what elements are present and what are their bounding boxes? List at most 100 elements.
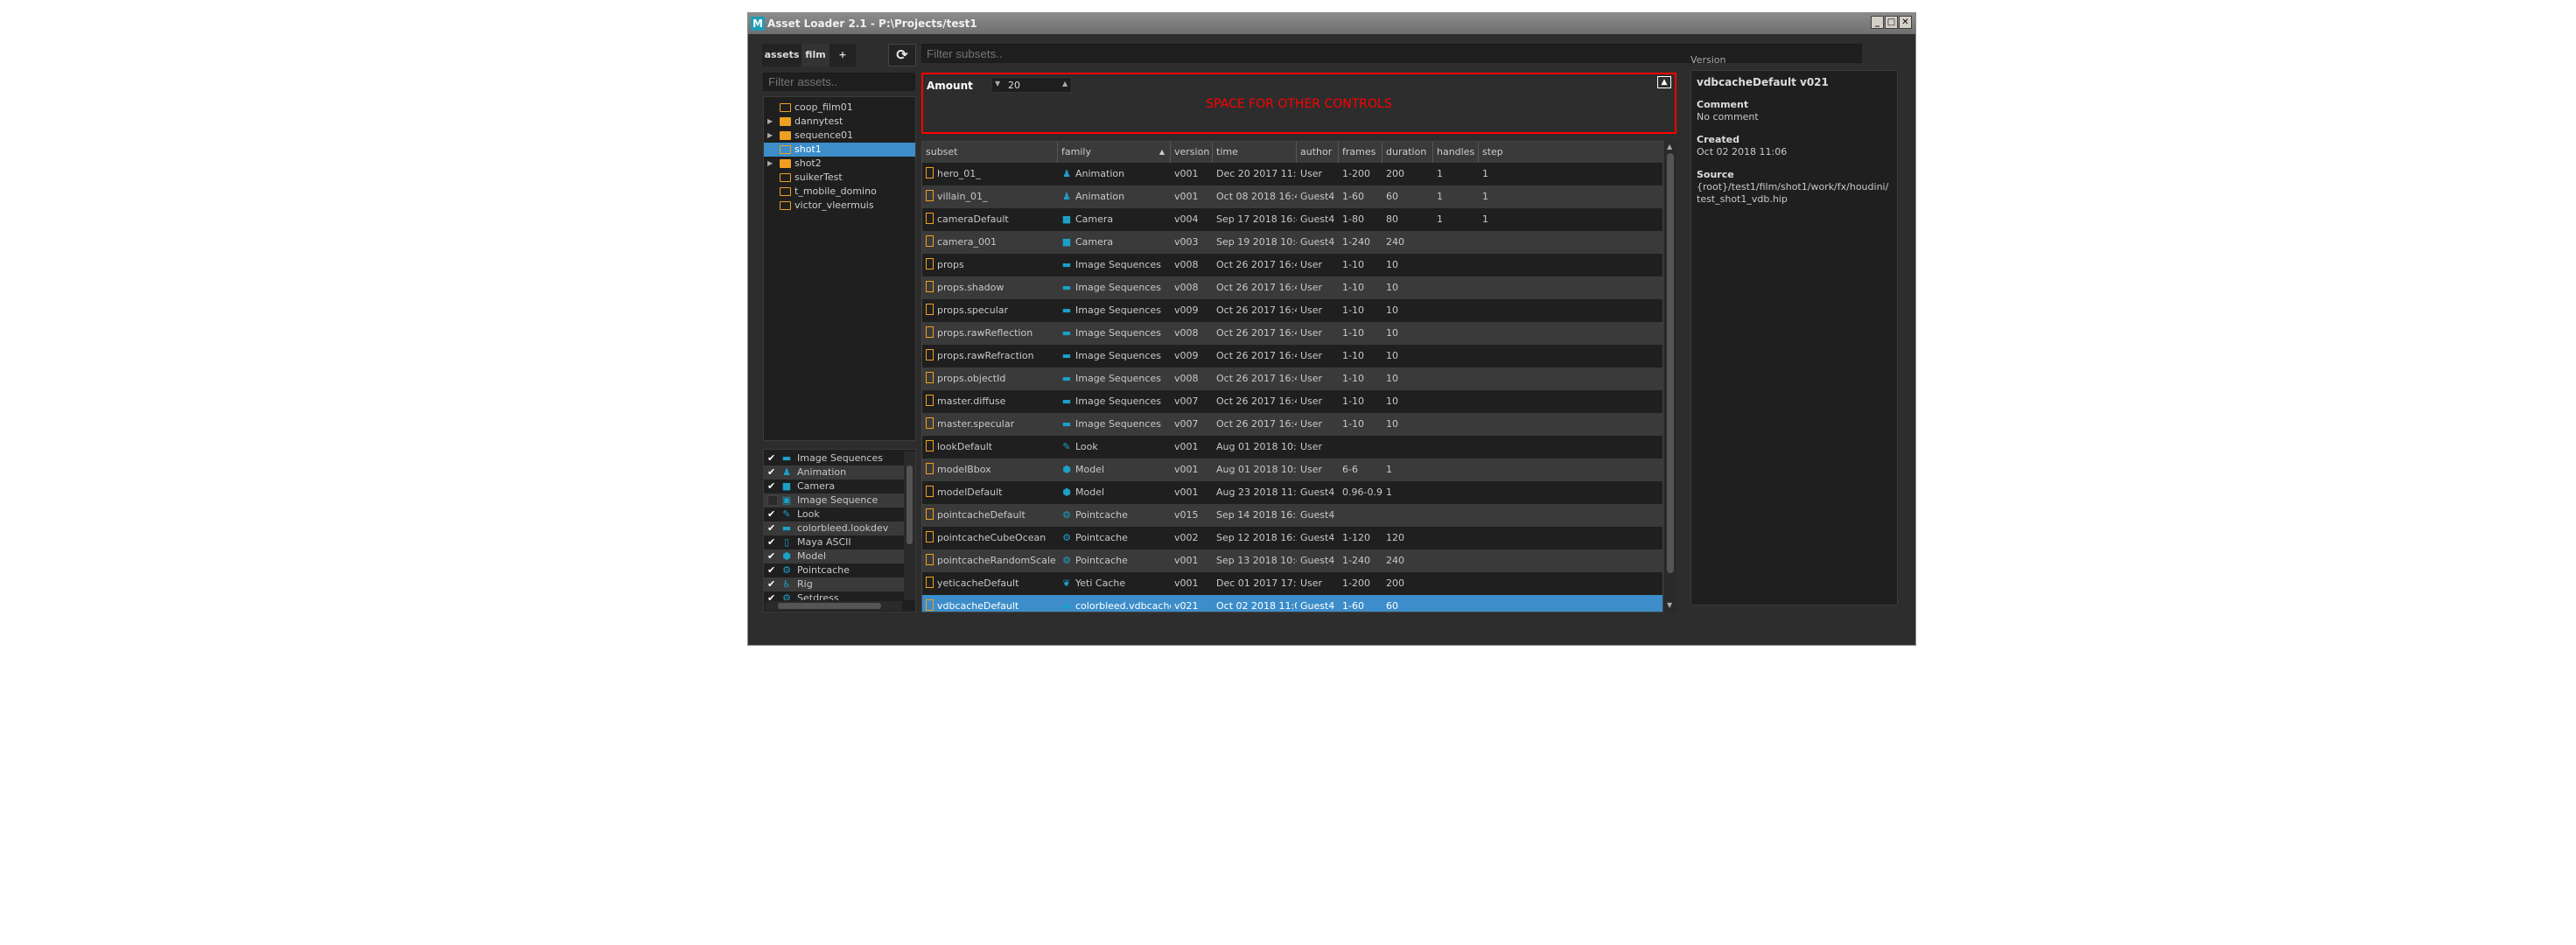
- asset-item-dannytest[interactable]: ▶ dannytest: [764, 115, 915, 129]
- amount-spinbox[interactable]: ▼ 20 ▲: [991, 77, 1072, 93]
- family-item[interactable]: ✔ ▯ Maya ASCII: [764, 536, 904, 550]
- family-item[interactable]: ✔ ⚙ Pointcache: [764, 564, 904, 578]
- checkbox-checked[interactable]: ✔: [767, 593, 778, 601]
- table-row[interactable]: props.specular ▬ Image Sequences v009 Oct 26…: [922, 299, 1662, 322]
- table-row[interactable]: master.diffuse ▬ Image Sequences v007 Oct 26…: [922, 390, 1662, 413]
- table-row[interactable]: props.objectId ▬ Image Sequences v008 Oct 26…: [922, 368, 1662, 390]
- checkbox-checked[interactable]: ✔: [767, 481, 778, 492]
- table-row[interactable]: modelBbox ⬢ Model v001 Aug 01 2018 10:33User…: [922, 458, 1662, 481]
- checkbox-checked[interactable]: ✔: [767, 467, 778, 478]
- asset-item-shot2[interactable]: ▶ shot2: [764, 157, 915, 171]
- table-row[interactable]: master.specular ▬ Image Sequences v007 Oct 2…: [922, 413, 1662, 436]
- table-row[interactable]: vdbcacheDefault ▬ colorbleed.vdbcache v021 O…: [922, 595, 1662, 612]
- add-tab-button[interactable]: +: [830, 44, 856, 66]
- family-vertical-scrollbar[interactable]: [904, 452, 915, 600]
- asset-tree[interactable]: coop_film01 ▶ dannytest ▶ sequence01 shot1 ▶ sh…: [763, 96, 916, 441]
- family-item[interactable]: ✔ ♟ Animation: [764, 466, 904, 480]
- family-item[interactable]: ✔ ♿ Rig: [764, 578, 904, 592]
- collapse-icon[interactable]: ▲: [1657, 76, 1671, 88]
- asset-item-shot1[interactable]: shot1: [764, 143, 915, 157]
- checkbox-unchecked[interactable]: [767, 495, 778, 506]
- scrollbar-thumb[interactable]: [906, 466, 913, 544]
- scroll-down-icon[interactable]: ▼: [1667, 601, 1672, 609]
- column-header-frames[interactable]: frames: [1339, 142, 1382, 163]
- title-bar[interactable]: M Asset Loader 2.1 - P:\Projects/test1 _…: [748, 13, 1915, 34]
- column-header-author[interactable]: author: [1297, 142, 1339, 163]
- checkbox-checked[interactable]: ✔: [767, 453, 778, 464]
- family-item[interactable]: ▣ Image Sequence: [764, 494, 904, 508]
- checkbox-checked[interactable]: ✔: [767, 523, 778, 534]
- column-header-version[interactable]: version: [1171, 142, 1213, 163]
- pointcache-icon: ⚙: [1062, 555, 1071, 566]
- table-row[interactable]: lookDefault ✎ Look v001 Aug 01 2018 10:33Use…: [922, 436, 1662, 458]
- cell-text: v001: [1174, 464, 1199, 475]
- expand-arrow-icon[interactable]: ▶: [767, 129, 773, 143]
- cell-text: Aug 23 2018 11:23: [1216, 486, 1297, 498]
- checkbox-checked[interactable]: ✔: [767, 551, 778, 562]
- column-header-handles[interactable]: handles: [1433, 142, 1479, 163]
- table-row[interactable]: pointcacheCubeOcean ⚙ Pointcache v002 Sep 12…: [922, 527, 1662, 550]
- table-row[interactable]: props.rawReflection ▬ Image Sequences v008 O…: [922, 322, 1662, 345]
- amount-value[interactable]: 20: [1008, 80, 1020, 91]
- cell-author: User: [1297, 572, 1339, 595]
- image-sequences-icon: ▬: [1061, 350, 1072, 361]
- asset-label: suikerTest: [794, 172, 843, 183]
- cell-time: Sep 19 2018 10:44: [1213, 231, 1297, 254]
- asset-item-coop_film01[interactable]: coop_film01: [764, 101, 915, 115]
- table-row[interactable]: hero_01_ ♟ Animation v001 Dec 20 2017 11:32U…: [922, 163, 1662, 186]
- table-row[interactable]: pointcacheRandomScale ⚙ Pointcache v001 Sep …: [922, 550, 1662, 572]
- family-item[interactable]: ✔ ✎ Look: [764, 508, 904, 522]
- file-icon: [926, 486, 934, 497]
- table-row[interactable]: modelDefault ⬢ Model v001 Aug 23 2018 11:23G…: [922, 481, 1662, 504]
- cell-frames: 1-120: [1339, 527, 1382, 550]
- asset-item-t_mobile_domino[interactable]: t_mobile_domino: [764, 185, 915, 199]
- table-row[interactable]: camera_001■Camerav003Sep 19 2018 10:44Gu…: [922, 231, 1662, 254]
- column-header-duration[interactable]: duration: [1382, 142, 1433, 163]
- column-header-step[interactable]: step: [1479, 142, 1662, 163]
- expand-arrow-icon[interactable]: ▶: [767, 115, 773, 129]
- table-row[interactable]: pointcacheDefault ⚙ Pointcache v015 Sep 14 2…: [922, 504, 1662, 527]
- table-row[interactable]: props.rawRefraction ▬ Image Sequences v009 O…: [922, 345, 1662, 368]
- close-button[interactable]: ✕: [1899, 16, 1912, 29]
- filter-assets-input[interactable]: [763, 73, 915, 91]
- increase-arrow-icon[interactable]: ▲: [1062, 80, 1068, 88]
- table-row[interactable]: props ▬ Image Sequences v008 Oct 26 2017 16:…: [922, 254, 1662, 276]
- scrollbar-thumb[interactable]: [1667, 153, 1674, 573]
- family-item[interactable]: ✔ ⚙ Setdress: [764, 592, 904, 600]
- expand-arrow-icon[interactable]: ▶: [767, 157, 773, 171]
- scrollbar-thumb[interactable]: [778, 603, 881, 609]
- scroll-up-icon[interactable]: ▲: [1667, 143, 1672, 150]
- table-row[interactable]: villain_01_ ♟ Animation v001 Oct 08 2018 16:…: [922, 186, 1662, 208]
- checkbox-checked[interactable]: ✔: [767, 565, 778, 576]
- asset-item-suikerTest[interactable]: suikerTest: [764, 171, 915, 185]
- maximize-button[interactable]: □: [1885, 16, 1898, 29]
- refresh-icon[interactable]: ⟳: [888, 44, 916, 66]
- sort-ascending-icon[interactable]: ▲: [1159, 142, 1165, 163]
- family-item[interactable]: ✔ ▬ colorbleed.lookdev: [764, 522, 904, 536]
- table-row[interactable]: yeticacheDefault ❦ Yeti Cache v001 Dec 01 20…: [922, 572, 1662, 595]
- family-item[interactable]: ✔ ⬢ Model: [764, 550, 904, 564]
- decrease-arrow-icon[interactable]: ▼: [995, 80, 1000, 88]
- family-filter-list[interactable]: ✔ ▬ Image Sequences ✔ ♟ Animation ✔ ■ Camera ▣ Ima…: [763, 449, 916, 612]
- asset-item-sequence01[interactable]: ▶ sequence01: [764, 129, 915, 143]
- table-vertical-scrollbar[interactable]: ▲ ▼: [1664, 141, 1676, 612]
- column-header-family[interactable]: family ▲: [1058, 142, 1171, 163]
- family-item[interactable]: ✔ ■ Camera: [764, 480, 904, 494]
- checkbox-checked[interactable]: ✔: [767, 537, 778, 548]
- checkbox-checked[interactable]: ✔: [767, 509, 778, 520]
- checkbox-checked[interactable]: ✔: [767, 579, 778, 590]
- cell-version: v001: [1171, 186, 1213, 208]
- table-row[interactable]: cameraDefault■Camerav004Sep 17 2018 16:4…: [922, 208, 1662, 231]
- family-item[interactable]: ✔ ▬ Image Sequences: [764, 452, 904, 466]
- tab-assets[interactable]: assets: [762, 44, 802, 66]
- column-header-subset[interactable]: subset: [922, 142, 1058, 163]
- subsets-table[interactable]: subset family ▲ version time author frames dura…: [921, 141, 1663, 612]
- cell-author: User: [1297, 390, 1339, 413]
- family-horizontal-scrollbar[interactable]: [766, 601, 902, 611]
- asset-item-victor_vleermuis[interactable]: victor_vleermuis: [764, 199, 915, 213]
- minimize-button[interactable]: _: [1871, 16, 1884, 29]
- column-header-time[interactable]: time: [1213, 142, 1297, 163]
- table-row[interactable]: props.shadow ▬ Image Sequences v008 Oct 26 2…: [922, 276, 1662, 299]
- cell-family: ⬢ Model: [1058, 481, 1171, 504]
- tab-film[interactable]: film: [802, 44, 830, 66]
